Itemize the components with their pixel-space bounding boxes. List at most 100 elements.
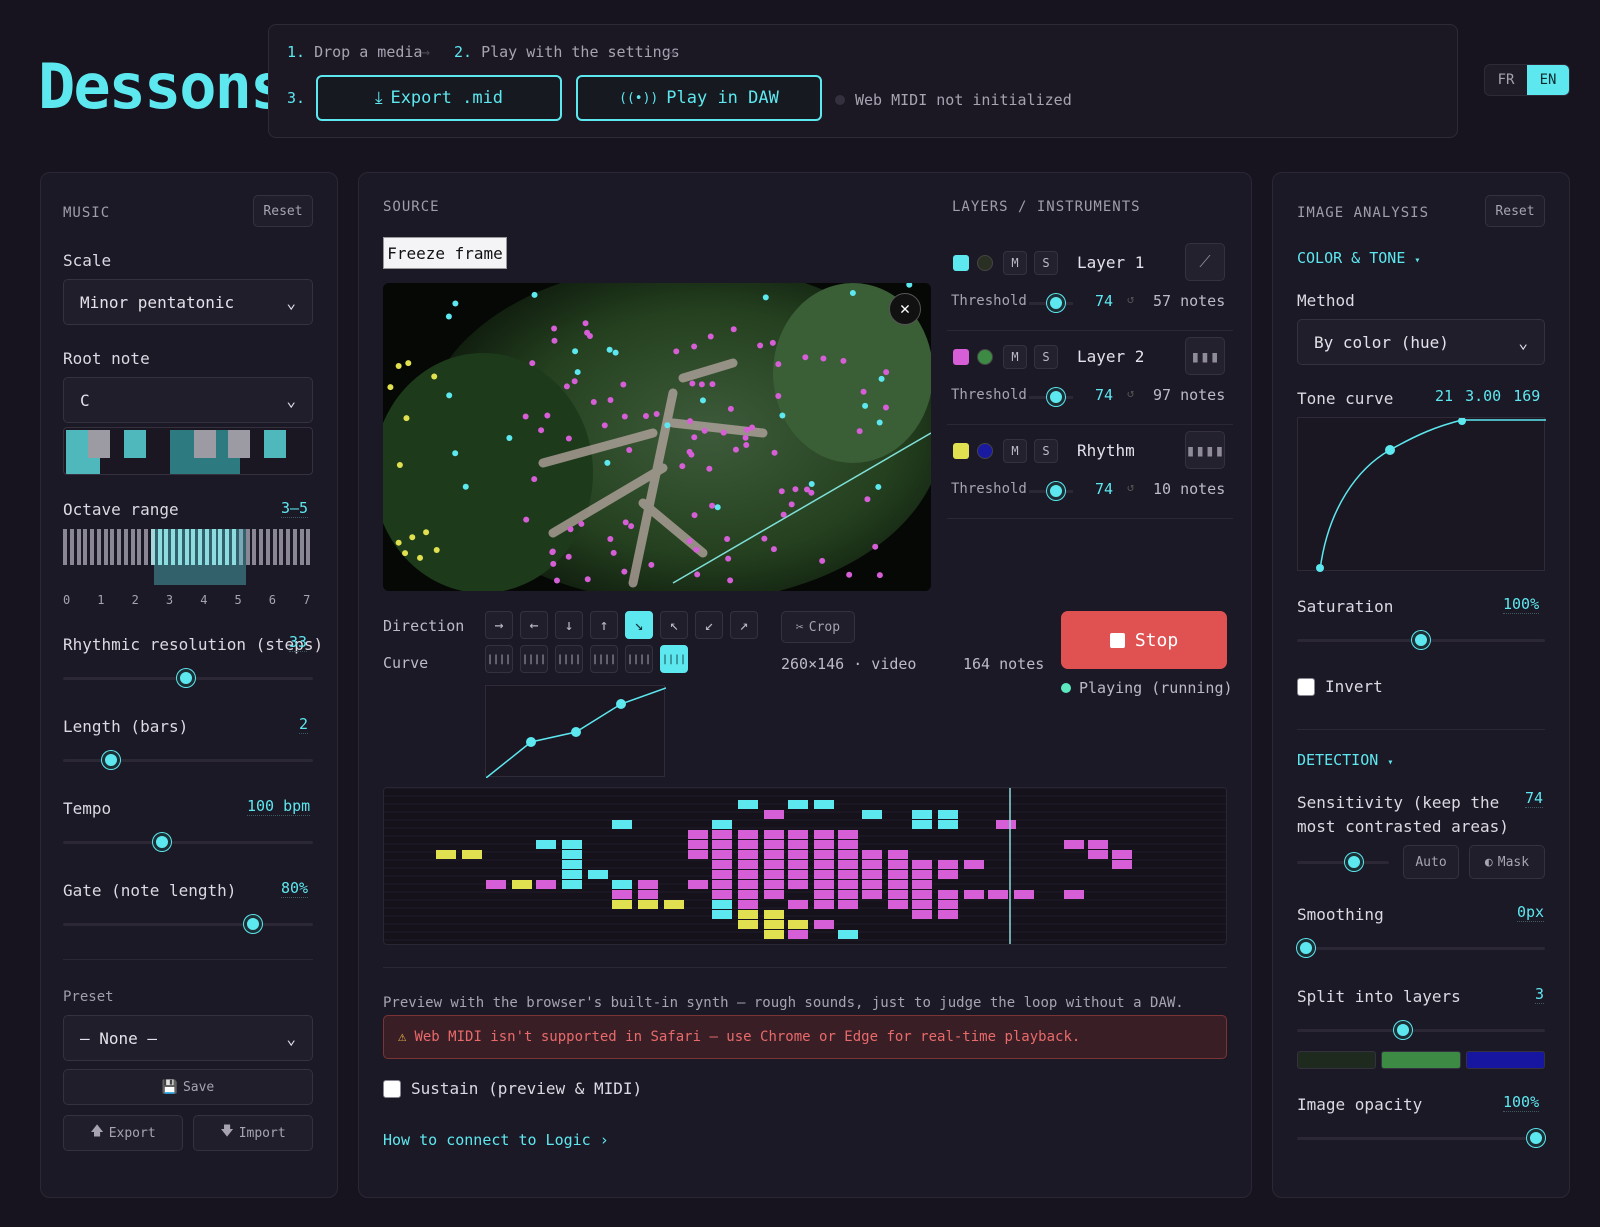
media-preview[interactable]: ✕ — [383, 283, 931, 591]
reset-small-icon[interactable]: ↺ — [1127, 386, 1134, 400]
preset-select[interactable]: — None — ⌄ — [63, 1015, 313, 1061]
scale-keyboard[interactable] — [63, 427, 313, 475]
direction-down-right-button[interactable]: ↘ — [625, 611, 653, 639]
invert-checkbox[interactable] — [1297, 677, 1315, 696]
slider-track[interactable] — [1297, 947, 1545, 950]
direction-right-button[interactable]: → — [485, 611, 513, 639]
layer-color-swatch[interactable] — [953, 255, 969, 271]
save-preset-button[interactable]: 💾 Save — [63, 1069, 313, 1105]
slider-track[interactable] — [1297, 1029, 1545, 1032]
gate-slider[interactable] — [63, 913, 313, 935]
slider-knob[interactable] — [176, 669, 195, 687]
detection-toggle[interactable]: DETECTION ▾ — [1297, 751, 1393, 769]
auto-button[interactable]: Auto — [1403, 845, 1459, 879]
split-layer-color[interactable] — [1381, 1051, 1461, 1069]
instrument-icon[interactable]: ▮▮▮ — [1185, 337, 1225, 375]
lang-fr-button[interactable]: FR — [1485, 65, 1527, 95]
layer-color-swatch[interactable] — [953, 443, 969, 459]
slider-track[interactable] — [63, 841, 313, 844]
instrument-icon[interactable]: ▮▮▮▮ — [1185, 431, 1225, 469]
freeze-frame-button[interactable]: Freeze frame — [383, 237, 507, 269]
sustain-checkbox[interactable] — [383, 1079, 401, 1098]
slider-knob[interactable] — [1412, 631, 1430, 649]
slider-knob[interactable] — [243, 915, 262, 933]
how-to-connect-link[interactable]: How to connect to Logic › — [383, 1131, 609, 1149]
opacity-slider[interactable] — [1297, 1127, 1545, 1149]
import-preset-button[interactable]: 🡇 Import — [193, 1115, 313, 1151]
direction-up-left-button[interactable]: ↖ — [660, 611, 688, 639]
curve-editor[interactable] — [485, 685, 667, 779]
color-tone-toggle[interactable]: COLOR & TONE ▾ — [1297, 249, 1420, 267]
layer-tone-dot[interactable] — [977, 443, 993, 459]
threshold-slider-knob[interactable] — [1047, 294, 1065, 312]
root-note-select[interactable]: C ⌄ — [63, 377, 313, 423]
slider-knob[interactable] — [1527, 1129, 1545, 1147]
slider-knob[interactable] — [1393, 1021, 1412, 1039]
slider-track[interactable] — [1297, 1137, 1545, 1140]
split-layer-color[interactable] — [1297, 1051, 1377, 1069]
layer-solo-button[interactable]: S — [1034, 439, 1058, 463]
curve-preset-button[interactable]: |||| — [485, 645, 513, 673]
piano-roll[interactable] — [383, 787, 1227, 945]
direction-up-right-button[interactable]: ↗ — [730, 611, 758, 639]
piano-roll-note — [838, 880, 858, 889]
scale-select[interactable]: Minor pentatonic ⌄ — [63, 279, 313, 325]
curve-preset-button[interactable]: |||| — [520, 645, 548, 673]
slider-knob[interactable] — [1297, 939, 1315, 957]
layer-tone-dot[interactable] — [977, 349, 993, 365]
length-slider[interactable] — [63, 749, 313, 771]
direction-left-button[interactable]: ← — [520, 611, 548, 639]
piano-roll-note — [764, 870, 784, 879]
layer-tone-dot[interactable] — [977, 255, 993, 271]
direction-down-left-button[interactable]: ↙ — [695, 611, 723, 639]
lang-en-button[interactable]: EN — [1527, 65, 1569, 95]
split-layer-color[interactable] — [1465, 1051, 1545, 1069]
slider-knob[interactable] — [102, 751, 121, 769]
slider-track[interactable] — [1297, 861, 1389, 864]
export-mid-button[interactable]: ⤓ Export .mid — [316, 75, 562, 121]
slider-track[interactable] — [63, 923, 313, 926]
slider-knob[interactable] — [153, 833, 172, 851]
curve-preset-button[interactable]: |||| — [625, 645, 653, 673]
slider-track[interactable] — [63, 759, 313, 762]
play-in-daw-button[interactable]: ((•)) Play in DAW — [576, 75, 822, 121]
sensitivity-slider[interactable] — [1297, 851, 1389, 873]
layer-mute-button[interactable]: M — [1003, 345, 1027, 369]
music-reset-button[interactable]: Reset — [253, 195, 313, 227]
layer-solo-button[interactable]: S — [1034, 345, 1058, 369]
saturation-slider[interactable] — [1297, 629, 1545, 651]
crop-button[interactable]: ✂ Crop — [781, 611, 855, 643]
export-preset-button[interactable]: 🡅 Export — [63, 1115, 183, 1151]
sensitivity-label: Sensitivity (keep the most contrasted ar… — [1297, 793, 1509, 836]
stop-button[interactable]: Stop — [1061, 611, 1227, 669]
direction-down-button[interactable]: ↓ — [555, 611, 583, 639]
direction-up-button[interactable]: ↑ — [590, 611, 618, 639]
layer-color-swatch[interactable] — [953, 349, 969, 365]
layer-mute-button[interactable]: M — [1003, 439, 1027, 463]
slider-knob[interactable] — [1345, 853, 1364, 871]
curve-preset-button[interactable]: |||| — [660, 645, 688, 673]
curve-preset-button[interactable]: |||| — [555, 645, 583, 673]
piano-roll-note — [612, 900, 632, 909]
piano-roll-note — [562, 850, 582, 859]
curve-preset-button[interactable]: |||| — [590, 645, 618, 673]
method-select[interactable]: By color (hue) ⌄ — [1297, 319, 1545, 365]
close-preview-button[interactable]: ✕ — [889, 293, 921, 325]
split-layers-slider[interactable] — [1297, 1019, 1545, 1041]
analysis-reset-button[interactable]: Reset — [1485, 195, 1545, 227]
reset-small-icon[interactable]: ↺ — [1127, 480, 1134, 494]
octave-selection[interactable] — [154, 529, 246, 585]
instrument-icon[interactable]: ⟋ — [1185, 243, 1225, 281]
threshold-slider-knob[interactable] — [1047, 482, 1065, 500]
layer-solo-button[interactable]: S — [1034, 251, 1058, 275]
octave-range-keyboard[interactable] — [63, 529, 313, 585]
layer-mute-button[interactable]: M — [1003, 251, 1027, 275]
rhythm-slider[interactable] — [63, 667, 313, 689]
detected-point — [452, 300, 459, 307]
tone-curve-editor[interactable] — [1297, 417, 1546, 572]
smoothing-slider[interactable] — [1297, 937, 1545, 959]
tempo-slider[interactable] — [63, 831, 313, 853]
reset-small-icon[interactable]: ↺ — [1127, 292, 1134, 306]
mask-button[interactable]: ◐ Mask — [1469, 845, 1545, 879]
threshold-slider-knob[interactable] — [1047, 388, 1065, 406]
